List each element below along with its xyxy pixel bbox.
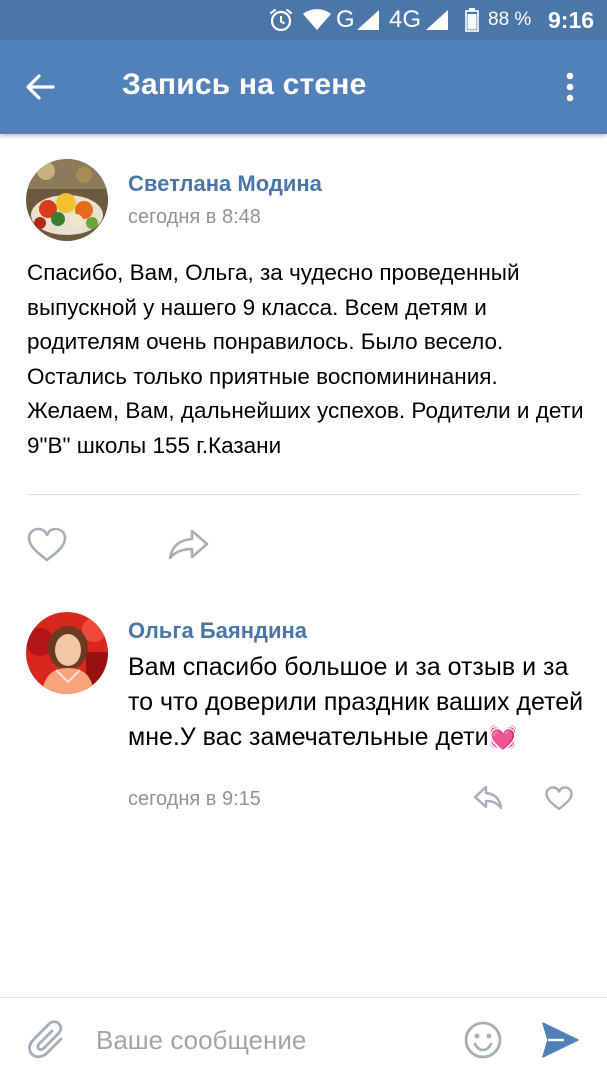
reply-icon[interactable] xyxy=(473,785,503,816)
network-type-label: G xyxy=(336,6,355,33)
app-bar: Запись на стене xyxy=(0,40,607,134)
post-divider xyxy=(27,494,580,495)
signal-icon-2 xyxy=(425,0,449,40)
comment-author-name[interactable]: Ольга Баяндина xyxy=(128,618,307,644)
post-author-avatar[interactable] xyxy=(26,159,108,241)
post-text: Спасибо, Вам, Ольга, за чудесно проведен… xyxy=(27,260,584,458)
emoji-icon[interactable] xyxy=(463,1020,503,1065)
send-icon[interactable] xyxy=(540,1020,580,1065)
status-bar: G 4G 88 % 9:16 xyxy=(0,0,607,40)
wifi-icon xyxy=(303,0,331,40)
signal-icon xyxy=(356,0,380,40)
alarm-icon xyxy=(268,0,294,40)
message-input[interactable] xyxy=(96,1020,436,1060)
heart-icon[interactable] xyxy=(27,527,67,568)
back-arrow-icon[interactable] xyxy=(20,67,60,107)
sparkling-heart-emoji: 💓 xyxy=(488,724,518,750)
more-vertical-icon[interactable] xyxy=(556,67,584,107)
clock-time: 9:16 xyxy=(548,6,595,33)
page-title: Запись на стене xyxy=(122,68,367,101)
comment-timestamp: сегодня в 9:15 xyxy=(128,788,261,810)
network-type-label-2: 4G xyxy=(389,6,422,33)
comment-heart-icon[interactable] xyxy=(545,786,573,816)
battery-icon xyxy=(465,0,479,40)
comment-text: Вам спасибо большое и за отзыв и за то ч… xyxy=(128,650,598,755)
attach-icon[interactable] xyxy=(28,1020,68,1067)
comment-author-avatar[interactable] xyxy=(26,612,108,694)
post-author-name[interactable]: Светлана Модина xyxy=(128,171,322,197)
share-icon[interactable] xyxy=(168,528,210,565)
battery-percent: 88 % xyxy=(488,9,532,30)
message-composer xyxy=(0,997,607,1081)
post-timestamp: сегодня в 8:48 xyxy=(128,206,261,228)
